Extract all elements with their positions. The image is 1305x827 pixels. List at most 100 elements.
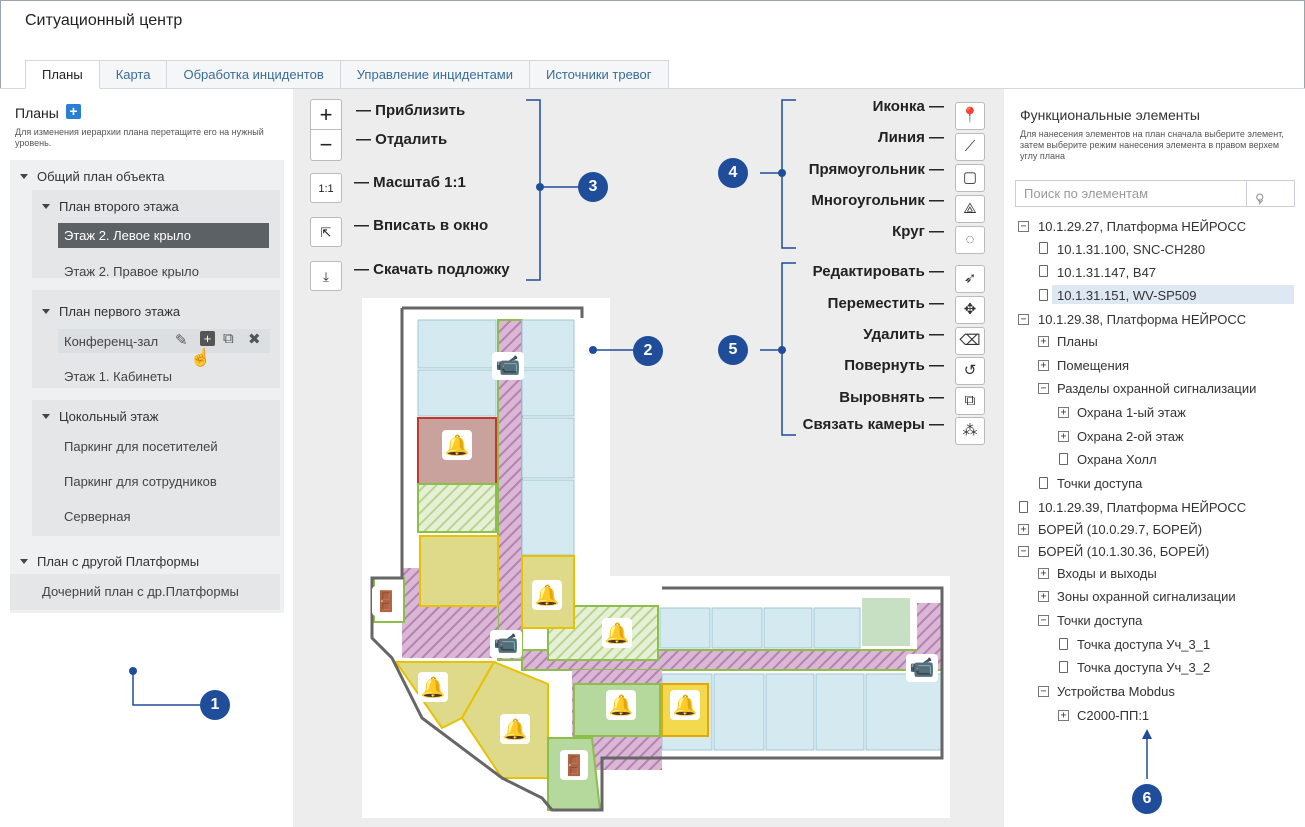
copy-icon[interactable]: ⧉ [223,330,234,347]
circle-tool-button[interactable]: ◌ [955,226,985,254]
tab-incident-management[interactable]: Управление инцидентами [339,60,531,89]
tree-item[interactable]: Точка доступа Уч_3_2 [1077,660,1210,675]
tree-item[interactable]: 10.1.29.38, Платформа НЕЙРОСС [1038,312,1246,327]
expand-icon[interactable]: + [1058,431,1069,442]
group-title[interactable]: Цокольный этаж [59,409,158,424]
plan-item-selected[interactable]: Этаж 2. Левое крыло [58,223,269,248]
file-icon [1039,477,1048,489]
marker-tool-button[interactable]: 📍 [955,102,985,130]
svg-text:🔔: 🔔 [535,583,560,607]
expand-icon[interactable]: + [1018,524,1029,535]
tree-item[interactable]: Точки доступа [1057,613,1142,628]
search-input[interactable]: Поиск по элементам [1024,186,1148,201]
svg-text:🔔: 🔔 [605,621,630,645]
plan-item[interactable]: Этаж 1. Кабинеты [64,369,172,384]
tree-item[interactable]: 10.1.31.100, SNC-CH280 [1057,242,1205,257]
collapse-icon[interactable]: − [1038,383,1049,394]
delete-icon[interactable]: ✖ [248,330,261,348]
label-zoom-in: — Приблизить [356,102,466,119]
tree-item[interactable]: 10.1.31.147, B47 [1057,265,1156,280]
svg-text:🚪: 🚪 [374,589,399,613]
group-title[interactable]: План первого этажа [59,304,180,319]
tree-item[interactable]: Охрана 2-ой этаж [1077,429,1184,444]
collapse-icon[interactable]: − [1018,314,1029,325]
pointer-edit-icon: ➶ [963,270,977,287]
tree-item[interactable]: Точки доступа [1057,476,1142,491]
tree-item[interactable]: Входы и выходы [1057,566,1157,581]
tree-item[interactable]: Охрана 1-ый этаж [1077,405,1186,420]
svg-text:🔔: 🔔 [673,693,698,717]
tree-item[interactable]: С2000-ПП:1 [1077,708,1149,723]
tree-item-selected[interactable]: 10.1.31.151, WV-SP509 [1057,288,1196,303]
caret-down-icon[interactable] [20,559,28,564]
badge-6: 6 [1132,784,1162,814]
collapse-icon[interactable]: − [1018,221,1029,232]
expand-icon[interactable]: + [1038,360,1049,371]
plan-item[interactable]: Серверная [64,509,131,524]
expand-icon[interactable]: + [1038,336,1049,347]
file-icon [1059,661,1068,673]
badge-3: 3 [578,172,608,202]
polygon-tool-button[interactable]: ⟁ [955,195,985,223]
plan-item-hovered[interactable]: Конференц-зал [64,334,158,349]
line-tool-button[interactable]: ⟋ [955,133,985,161]
caret-down-icon[interactable] [20,174,28,179]
tree-item[interactable]: БОРЕЙ (10.0.29.7, БОРЕЙ) [1038,522,1202,537]
tree-item[interactable]: Устройства Mobdus [1057,684,1175,699]
tree-root[interactable]: План с другой Платформы [37,554,199,569]
zoom-out-button[interactable]: − [311,130,341,160]
add-icon[interactable]: + [200,331,215,346]
tree-item[interactable]: 10.1.29.27, Платформа НЕЙРОСС [1038,219,1246,234]
rectangle-tool-button[interactable]: ▢ [955,164,985,192]
plan-item[interactable]: Паркинг для посетителей [64,439,218,454]
expand-icon[interactable]: + [1058,407,1069,418]
plan-item[interactable]: Дочерний план с др.Платформы [42,584,239,599]
tab-alarm-sources[interactable]: Источники тревог [529,60,669,89]
tree-item[interactable]: Планы [1057,334,1098,349]
tree-item[interactable]: Точка доступа Уч_3_1 [1077,637,1210,652]
svg-text:📹: 📹 [494,631,519,655]
plan-item[interactable]: Этаж 2. Правое крыло [64,264,199,279]
label-zoom-out: — Отдалить [356,131,448,148]
edit-tool-button[interactable]: ➶ [955,265,985,293]
add-plan-icon[interactable]: + [66,104,81,119]
align-tool-button[interactable]: ⧉ [955,387,985,415]
tab-plans[interactable]: Планы [25,60,100,89]
tree-item[interactable]: 10.1.29.39, Платформа НЕЙРОСС [1038,500,1246,515]
edit-icon[interactable]: ✎ [175,331,188,349]
zoom-in-button[interactable]: + [311,100,341,130]
tab-map[interactable]: Карта [98,60,168,89]
tab-incident-processing[interactable]: Обработка инцидентов [166,60,341,89]
move-tool-button[interactable]: ✥ [955,296,985,324]
label-circle-tool: Круг — [892,223,944,240]
tree-item[interactable]: Охрана Холл [1077,452,1157,467]
collapse-icon[interactable]: − [1038,686,1049,697]
tree-root[interactable]: Общий план объекта [37,169,165,184]
search-button[interactable]: ⚲ ⌄ [1246,181,1294,206]
link-cameras-tool-button[interactable]: ⁂ [955,417,985,445]
download-button[interactable]: ⤓ [310,261,342,291]
label-polygon-tool: Многоугольник — [811,192,944,209]
plan-item[interactable]: Паркинг для сотрудников [64,474,217,489]
label-rect-tool: Прямоугольник — [808,161,944,178]
fit-window-button[interactable]: ⇱ [310,217,342,247]
caret-down-icon[interactable] [42,414,50,419]
collapse-icon[interactable]: − [1018,546,1029,557]
rotate-tool-button[interactable]: ↺ [955,357,985,385]
tree-item[interactable]: Разделы охранной сигнализации [1057,381,1256,396]
tree-item[interactable]: Помещения [1057,358,1129,373]
svg-text:🔔: 🔔 [503,717,528,741]
group-title[interactable]: План второго этажа [59,199,179,214]
circle-icon: ◌ [965,231,975,248]
delete-tool-button[interactable]: ⌫ [955,327,985,355]
caret-down-icon[interactable] [42,204,50,209]
tree-item[interactable]: БОРЕЙ (10.1.30.36, БОРЕЙ) [1038,544,1209,559]
caret-down-icon[interactable] [42,309,50,314]
expand-icon[interactable]: + [1038,591,1049,602]
expand-icon[interactable]: + [1058,710,1069,721]
collapse-icon[interactable]: − [1038,615,1049,626]
scale-button[interactable]: 1:1 [310,173,342,203]
tree-item[interactable]: Зоны охранной сигнализации [1057,589,1236,604]
expand-icon[interactable]: + [1038,568,1049,579]
align-icon: ⧉ [964,392,976,409]
